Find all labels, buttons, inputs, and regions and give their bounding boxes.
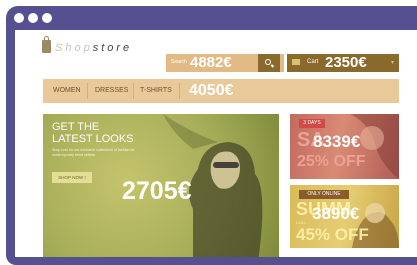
- window-titlebar: [6, 6, 417, 30]
- nav-divider: [87, 83, 88, 99]
- cart-price: 2350€: [325, 54, 367, 71]
- window-dot-1[interactable]: [14, 13, 24, 23]
- cart-label: Cart: [307, 59, 319, 65]
- sale-banner[interactable]: 3 DAYS SA 25% OFF 8339€: [290, 114, 399, 179]
- logo-text-part1: Shop: [55, 42, 93, 54]
- summer-price-overlay: 3890€: [312, 204, 360, 223]
- sale-discount: 25% OFF: [297, 153, 366, 170]
- page-viewport: Shopstore Search 4882€ Cart 2350€ ▾ WOME…: [15, 30, 417, 257]
- hero-title-line1: GET THE: [52, 121, 100, 133]
- main-nav: WOMEN DRESSES T-SHIRTS 4050€: [43, 79, 399, 103]
- summer-discount: 45% OFF: [296, 225, 369, 244]
- shopping-bag-icon: [42, 36, 51, 53]
- nav-item-tshirts[interactable]: T-SHIRTS: [140, 79, 172, 103]
- online-tag: ONLY ONLINE: [299, 190, 349, 199]
- hero-title: GET THE LATEST LOOKS: [52, 121, 134, 145]
- hero-banner[interactable]: GET THE LATEST LOOKS Shop now for our ex…: [43, 114, 279, 257]
- nav-divider: [133, 83, 134, 99]
- nav-price-overlay: 4050€: [189, 82, 234, 99]
- browser-window: Shopstore Search 4882€ Cart 2350€ ▾ WOME…: [6, 6, 417, 265]
- shop-now-button[interactable]: SHOP NOW !: [52, 172, 92, 183]
- logo-text-part2: store: [92, 42, 133, 54]
- hero-title-line2: LATEST LOOKS: [52, 133, 134, 145]
- search-button[interactable]: [258, 54, 280, 72]
- cart-button[interactable]: Cart 2350€ ▾: [287, 54, 399, 72]
- window-dot-3[interactable]: [42, 13, 52, 23]
- nav-divider: [179, 83, 180, 99]
- chevron-down-icon: ▾: [391, 60, 395, 66]
- hero-description: Shop now for our exclusive collections o…: [52, 148, 135, 157]
- logo-text: Shopstore: [55, 42, 132, 54]
- search-icon: [265, 59, 271, 65]
- nav-item-dresses[interactable]: DRESSES: [95, 79, 128, 103]
- search-price-overlay: 4882€: [190, 54, 232, 71]
- sale-price-overlay: 8339€: [313, 132, 361, 151]
- sale-tag: 3 DAYS: [299, 119, 325, 128]
- nav-item-women[interactable]: WOMEN: [53, 79, 81, 103]
- hero-price-overlay: 2705€: [122, 177, 192, 205]
- cart-icon: [292, 59, 300, 65]
- summer-banner[interactable]: ONLY ONLINE SUMM COLL 45% OFF 3890€: [290, 185, 399, 248]
- shop-site: Shopstore Search 4882€ Cart 2350€ ▾ WOME…: [15, 30, 417, 257]
- search-placeholder: Search: [171, 59, 187, 65]
- window-dot-2[interactable]: [28, 13, 38, 23]
